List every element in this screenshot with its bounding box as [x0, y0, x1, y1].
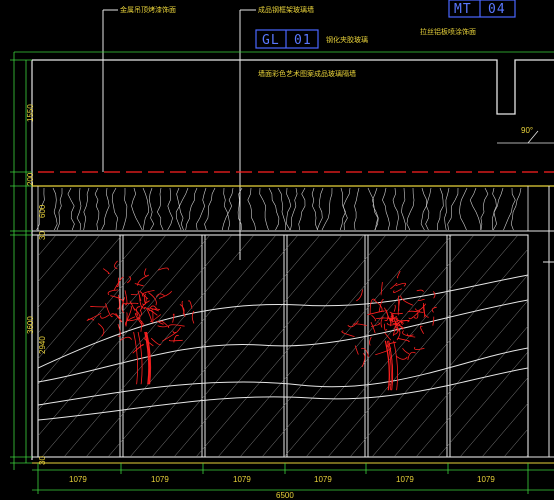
angle-value: 90°: [521, 126, 533, 135]
dim-v-30-bottom: 30: [38, 456, 47, 465]
horizontal-dimensions: 1079 1079 1079 1079 1079 1079 6500: [32, 463, 554, 500]
soffit-band: [32, 185, 554, 232]
dim-h-2: 1079: [151, 475, 169, 484]
dim-h-1: 1079: [69, 475, 87, 484]
dim-h-4: 1079: [314, 475, 332, 484]
dim-v-2940: 2940: [38, 336, 47, 354]
dim-v-200: 200: [26, 172, 35, 186]
tag-gl-code: GL: [262, 33, 280, 48]
tag-mt: MT 04: [448, 0, 516, 18]
vertical-dimensions: 1550 200 600 30 3600 2940 30: [10, 52, 47, 470]
dim-total: 6500: [276, 491, 294, 500]
tag-gl-number: 01: [294, 33, 312, 48]
right-wall-edge: [543, 186, 554, 457]
tag-gl: GL 01: [255, 29, 319, 49]
tree-graphic-left: [86, 260, 195, 385]
dim-h-5: 1079: [396, 475, 414, 484]
dim-h-6: 1079: [477, 475, 495, 484]
leader-lines: [102, 9, 256, 260]
angle-mark: 90°: [497, 126, 554, 144]
tag-mt-code: MT: [454, 2, 472, 17]
note-glass: 钢化夹胶玻璃: [326, 35, 368, 44]
note-panel: 成品钢框架玻璃墙: [258, 5, 314, 14]
dim-v-1550: 1550: [26, 104, 35, 122]
glass-wall: [32, 234, 554, 464]
dim-v-30-top: 30: [38, 231, 47, 240]
dim-h-3: 1079: [233, 475, 251, 484]
note-metal: 拉丝铝板喷涂饰面: [420, 27, 476, 36]
tag-mt-number: 04: [488, 2, 506, 17]
ceiling-outline: [32, 59, 554, 115]
dim-v-600: 600: [38, 204, 47, 218]
note-ceiling: 金属吊顶烤漆饰面: [120, 5, 176, 14]
cad-elevation-drawing: MT 04 GL 01 金属吊顶烤漆饰面 成品钢框架玻璃墙 钢化夹胶玻璃 拉丝铝…: [10, 0, 554, 500]
dim-v-3600: 3600: [26, 316, 35, 334]
note-wall: 墙面彩色艺术图案成品玻璃隔墙: [258, 69, 356, 78]
